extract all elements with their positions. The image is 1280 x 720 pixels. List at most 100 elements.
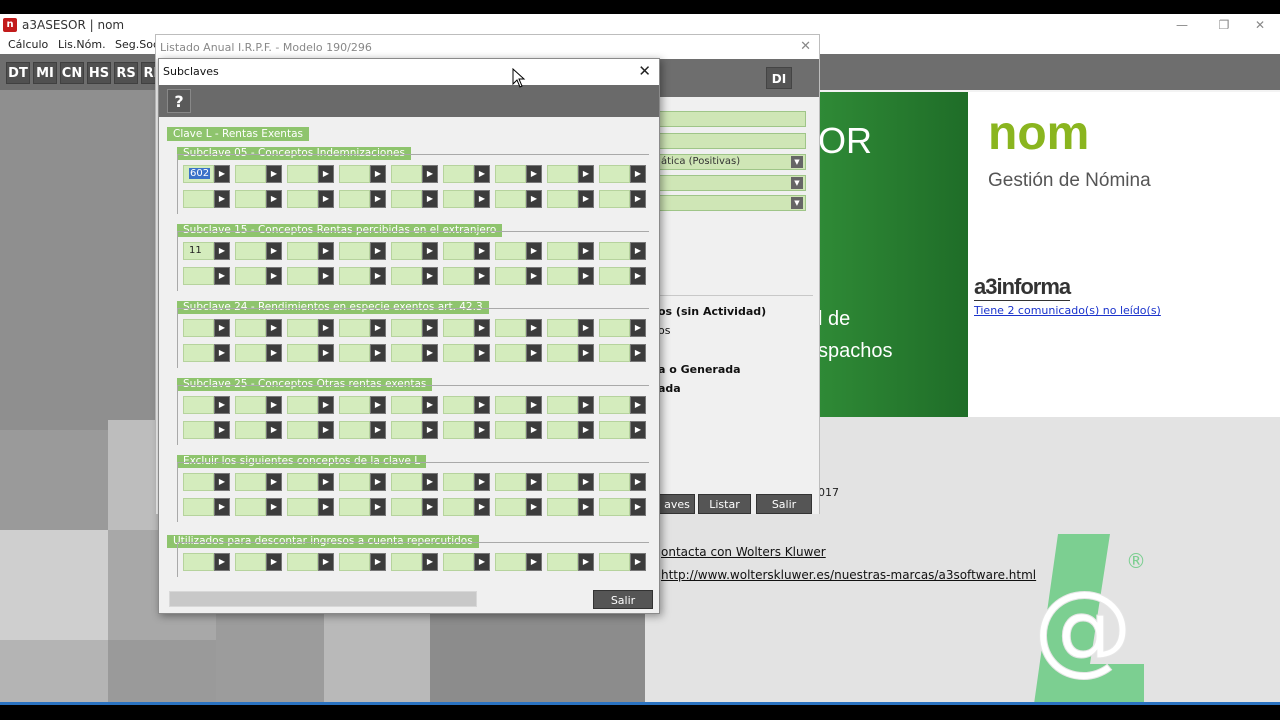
play-arrow-icon[interactable]: ▶ <box>474 553 490 571</box>
concept-input[interactable] <box>183 344 214 362</box>
play-arrow-icon[interactable]: ▶ <box>266 165 282 183</box>
play-arrow-icon[interactable]: ▶ <box>266 319 282 337</box>
play-arrow-icon[interactable]: ▶ <box>422 267 438 285</box>
play-arrow-icon[interactable]: ▶ <box>266 473 282 491</box>
concept-input[interactable] <box>599 190 630 208</box>
concept-input[interactable] <box>495 344 526 362</box>
concept-input[interactable] <box>443 498 474 516</box>
concept-input[interactable] <box>495 319 526 337</box>
concept-input[interactable] <box>547 473 578 491</box>
di-button[interactable]: DI <box>766 67 792 89</box>
concept-input[interactable] <box>235 319 266 337</box>
concept-input[interactable] <box>495 190 526 208</box>
play-arrow-icon[interactable]: ▶ <box>526 498 542 516</box>
toolbar-dt-button[interactable]: DT <box>6 62 30 84</box>
play-arrow-icon[interactable]: ▶ <box>526 190 542 208</box>
concept-input[interactable] <box>391 190 422 208</box>
concept-input[interactable] <box>443 553 474 571</box>
concept-input[interactable] <box>443 165 474 183</box>
dropdown-arrow-icon[interactable]: ▼ <box>791 177 803 189</box>
play-arrow-icon[interactable]: ▶ <box>370 165 386 183</box>
play-arrow-icon[interactable]: ▶ <box>474 267 490 285</box>
play-arrow-icon[interactable]: ▶ <box>318 267 334 285</box>
concept-input[interactable] <box>391 553 422 571</box>
play-arrow-icon[interactable]: ▶ <box>474 190 490 208</box>
concept-input[interactable] <box>599 396 630 414</box>
play-arrow-icon[interactable]: ▶ <box>526 344 542 362</box>
concept-input[interactable] <box>599 421 630 439</box>
play-arrow-icon[interactable]: ▶ <box>526 242 542 260</box>
concept-input[interactable] <box>443 396 474 414</box>
play-arrow-icon[interactable]: ▶ <box>422 498 438 516</box>
play-arrow-icon[interactable]: ▶ <box>370 190 386 208</box>
play-arrow-icon[interactable]: ▶ <box>422 421 438 439</box>
play-arrow-icon[interactable]: ▶ <box>422 396 438 414</box>
play-arrow-icon[interactable]: ▶ <box>630 498 646 516</box>
concept-input[interactable] <box>287 165 318 183</box>
menu-calculo[interactable]: Cálculo <box>8 38 48 51</box>
listado-field-1[interactable] <box>658 111 806 127</box>
play-arrow-icon[interactable]: ▶ <box>422 344 438 362</box>
concept-input[interactable] <box>287 498 318 516</box>
play-arrow-icon[interactable]: ▶ <box>422 473 438 491</box>
play-arrow-icon[interactable]: ▶ <box>318 190 334 208</box>
play-arrow-icon[interactable]: ▶ <box>370 396 386 414</box>
play-arrow-icon[interactable]: ▶ <box>578 421 594 439</box>
concept-input[interactable] <box>391 165 422 183</box>
concept-input[interactable] <box>183 473 214 491</box>
play-arrow-icon[interactable]: ▶ <box>630 473 646 491</box>
concept-input[interactable] <box>183 267 214 285</box>
listado-field-2[interactable] <box>658 133 806 149</box>
play-arrow-icon[interactable]: ▶ <box>214 242 230 260</box>
play-arrow-icon[interactable]: ▶ <box>318 396 334 414</box>
concept-input[interactable] <box>547 498 578 516</box>
concept-input[interactable] <box>235 165 266 183</box>
play-arrow-icon[interactable]: ▶ <box>422 190 438 208</box>
play-arrow-icon[interactable]: ▶ <box>370 473 386 491</box>
play-arrow-icon[interactable]: ▶ <box>630 165 646 183</box>
play-arrow-icon[interactable]: ▶ <box>630 396 646 414</box>
salir-button[interactable]: Salir <box>593 590 653 609</box>
concept-input[interactable] <box>391 319 422 337</box>
subclaves-button[interactable]: aves <box>659 494 695 514</box>
play-arrow-icon[interactable]: ▶ <box>318 421 334 439</box>
close-icon[interactable]: ✕ <box>638 62 651 80</box>
unread-messages-link[interactable]: Tiene 2 comunicado(s) no leído(s) <box>974 304 1161 317</box>
play-arrow-icon[interactable]: ▶ <box>526 396 542 414</box>
concept-input[interactable] <box>287 396 318 414</box>
play-arrow-icon[interactable]: ▶ <box>474 319 490 337</box>
concept-input[interactable] <box>495 421 526 439</box>
concept-input[interactable] <box>495 267 526 285</box>
listado-dropdown-3[interactable]: ▼ <box>658 195 806 211</box>
play-arrow-icon[interactable]: ▶ <box>578 344 594 362</box>
play-arrow-icon[interactable]: ▶ <box>214 498 230 516</box>
concept-input[interactable] <box>339 473 370 491</box>
concept-input[interactable] <box>339 242 370 260</box>
concept-input[interactable] <box>495 473 526 491</box>
concept-input[interactable] <box>391 498 422 516</box>
play-arrow-icon[interactable]: ▶ <box>526 319 542 337</box>
play-arrow-icon[interactable]: ▶ <box>266 190 282 208</box>
play-arrow-icon[interactable]: ▶ <box>526 421 542 439</box>
concept-input[interactable] <box>339 396 370 414</box>
restore-button[interactable]: ❐ <box>1204 16 1244 34</box>
listar-button[interactable]: Listar <box>698 494 751 514</box>
dropdown-arrow-icon[interactable]: ▼ <box>791 197 803 209</box>
concept-input[interactable] <box>599 498 630 516</box>
concept-input[interactable] <box>235 473 266 491</box>
concept-input[interactable] <box>339 190 370 208</box>
play-arrow-icon[interactable]: ▶ <box>526 473 542 491</box>
play-arrow-icon[interactable]: ▶ <box>318 242 334 260</box>
play-arrow-icon[interactable]: ▶ <box>370 498 386 516</box>
play-arrow-icon[interactable]: ▶ <box>578 396 594 414</box>
concept-input[interactable] <box>235 553 266 571</box>
concept-input[interactable] <box>391 344 422 362</box>
concept-input[interactable] <box>547 190 578 208</box>
concept-input[interactable] <box>183 553 214 571</box>
concept-input[interactable] <box>183 421 214 439</box>
play-arrow-icon[interactable]: ▶ <box>214 473 230 491</box>
toolbar-cn-button[interactable]: CN <box>60 62 84 84</box>
play-arrow-icon[interactable]: ▶ <box>266 498 282 516</box>
play-arrow-icon[interactable]: ▶ <box>214 421 230 439</box>
play-arrow-icon[interactable]: ▶ <box>578 165 594 183</box>
